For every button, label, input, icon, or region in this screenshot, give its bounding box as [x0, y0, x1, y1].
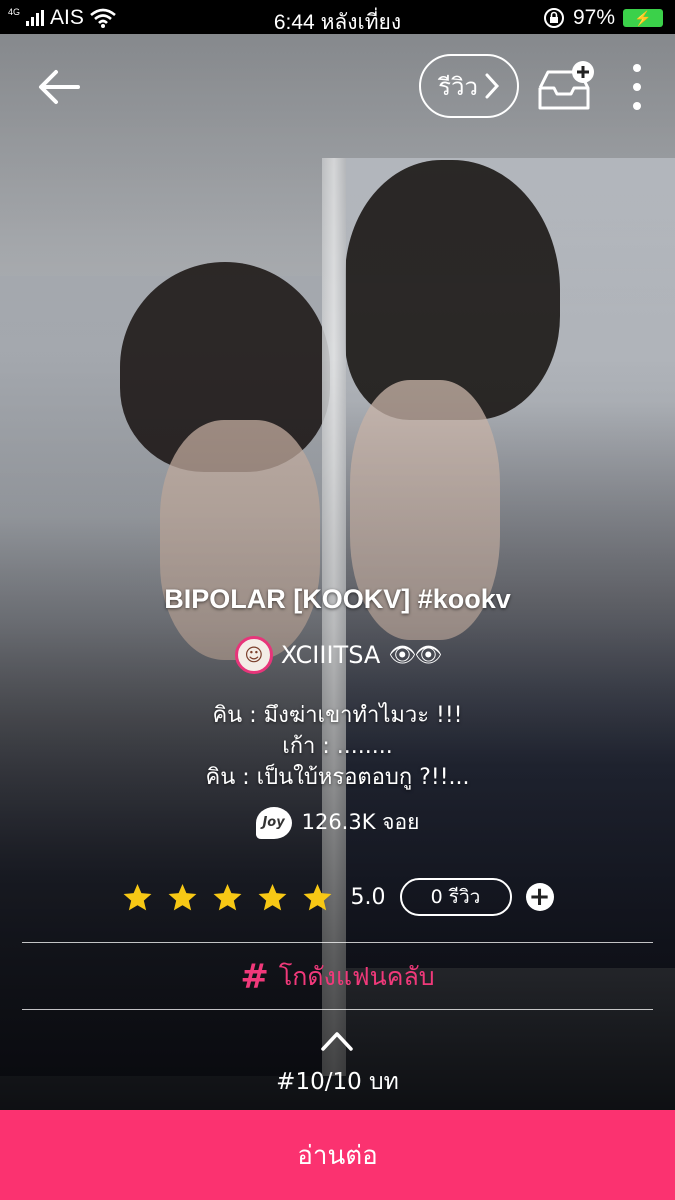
battery-charging-icon: ⚡ [623, 9, 663, 27]
review-button-label: รีวิว [438, 72, 478, 101]
author-row[interactable]: ☺ XCIIITSA 👁👁 [0, 636, 675, 674]
chapter-indicator[interactable]: #10/10 บท [0, 1064, 675, 1100]
divider [22, 1009, 653, 1010]
chevron-right-icon [485, 73, 499, 99]
fanclub-label: โกดังแฟนคลับ [278, 962, 435, 991]
more-options-icon[interactable] [624, 64, 650, 110]
status-bar: 4G AIS 6:44 หลังเที่ยง 97% ⚡ [0, 0, 675, 34]
star-icon [168, 883, 196, 910]
author-avatar[interactable]: ☺ [234, 636, 273, 674]
description-line: เก้า : ........ [282, 734, 393, 759]
story-title: BIPOLAR [KOOKV] #kookv [164, 584, 511, 614]
rating-value: 5.0 [350, 884, 386, 910]
star-icon [123, 883, 151, 910]
rotation-lock-icon [543, 8, 564, 28]
fanclub-link[interactable]: # โกดังแฟนคลับ [0, 957, 675, 997]
description-line: คิน : มึงฆ่าเขาทำไมวะ !!! [212, 703, 463, 728]
star-icon [213, 883, 241, 910]
hashtag-icon: # [240, 957, 269, 997]
author-name[interactable]: XCIIITSA [281, 641, 380, 669]
add-review-icon[interactable]: + [525, 883, 554, 911]
author-emoji: 👁👁 [388, 642, 442, 668]
joy-count-row: Joy 126.3K จอย [0, 806, 675, 839]
chevron-up-icon[interactable] [320, 1030, 354, 1052]
star-icon [303, 883, 331, 910]
review-count-button[interactable]: 0 รีวิว [399, 878, 512, 916]
description-line: คิน : เป็นใบ้หรอตอบกู ?!!... [205, 765, 470, 790]
star-icon [258, 883, 286, 910]
add-to-library-icon[interactable] [536, 60, 596, 112]
continue-reading-button[interactable]: อ่านต่อ [0, 1110, 675, 1200]
rating-row: 5.0 0 รีวิว + [0, 878, 675, 916]
story-description: คิน : มึงฆ่าเขาทำไมวะ !!! เก้า : .......… [0, 700, 675, 793]
back-arrow-icon[interactable] [38, 66, 80, 108]
joy-icon: Joy [255, 806, 292, 839]
review-button[interactable]: รีวิว [419, 54, 519, 118]
divider [22, 942, 653, 943]
cover-shade [0, 34, 675, 1110]
battery-percent: 97% [572, 6, 615, 29]
joy-count: 126.3K จอย [301, 810, 420, 834]
